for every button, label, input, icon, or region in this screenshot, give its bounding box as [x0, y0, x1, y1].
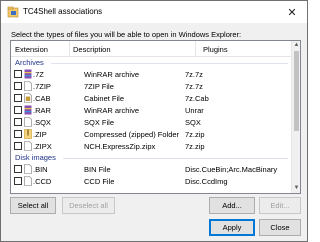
extension-cell: .ZIPX	[33, 142, 52, 151]
plugin-cell: SQX	[185, 118, 201, 127]
list-item[interactable]: .CAB Cabinet File 7z.Cab	[11, 92, 292, 104]
description-cell: SQX File	[84, 118, 115, 127]
description-cell: BIN File	[84, 165, 111, 174]
instructions-text: Select the types of files you will be ab…	[11, 30, 242, 39]
list-rows: Archives .7Z WinRAR archive 7z.7z .7ZIP …	[11, 57, 292, 187]
list-item[interactable]: .ZIPX NCH.ExpressZip.zipx 7z.zip	[11, 140, 292, 152]
deselect-all-button[interactable]: Deselect all	[62, 197, 115, 214]
group-label: Disk images	[15, 153, 56, 162]
list-item[interactable]: .7Z WinRAR archive 7z.7z	[11, 68, 292, 80]
add-button[interactable]: Add...	[209, 197, 255, 214]
description-cell: 7ZIP File	[84, 82, 114, 91]
extension-cell: .7ZIP	[33, 82, 51, 91]
extension-cell: .7Z	[33, 70, 44, 79]
group-divider	[51, 63, 288, 64]
description-cell: Compressed (zipped) Folder	[84, 130, 180, 139]
list-item[interactable]: .RAR WinRAR archive Unrar	[11, 104, 292, 116]
list-item[interactable]: .ZIP Compressed (zipped) Folder 7z.zip	[11, 128, 292, 140]
group-label: Archives	[15, 58, 44, 67]
checkbox[interactable]	[14, 177, 22, 185]
checkbox[interactable]	[14, 106, 22, 114]
app-icon	[7, 6, 19, 18]
list-item[interactable]: .BIN BIN File Disc.CueBin;Arc.MacBinary	[11, 163, 292, 175]
plugin-cell: 7z.7z	[185, 82, 203, 91]
list-item[interactable]: .CCD CCD File Disc.CcdImg	[11, 175, 292, 187]
description-cell: NCH.ExpressZip.zipx	[84, 142, 156, 151]
extension-cell: .BIN	[33, 165, 48, 174]
plugin-cell: Unrar	[185, 106, 204, 115]
winrar-icon	[24, 105, 32, 115]
checkbox[interactable]	[14, 142, 22, 150]
cabinet-icon	[24, 93, 32, 103]
blank-file-icon	[24, 117, 32, 127]
blank-file-icon	[24, 176, 32, 186]
group-divider	[63, 158, 288, 159]
close-window-button[interactable]: ✕	[277, 1, 307, 23]
extension-cell: .CCD	[33, 177, 52, 186]
description-cell: CCD File	[84, 177, 115, 186]
plugin-cell: 7z.Cab	[185, 94, 209, 103]
plugin-cell: 7z.7z	[185, 70, 203, 79]
group-header-disk-images[interactable]: Disk images	[11, 152, 292, 163]
winrar-icon	[24, 69, 32, 79]
blank-file-icon	[24, 164, 32, 174]
extension-cell: .RAR	[33, 106, 51, 115]
select-all-button[interactable]: Select all	[10, 197, 56, 214]
title-bar: TC4Shell associations ✕	[1, 1, 307, 23]
blank-file-icon	[24, 81, 32, 91]
extension-cell: .CAB	[33, 94, 51, 103]
plugin-cell: 7z.zip	[185, 142, 205, 151]
extension-cell: .SQX	[33, 118, 51, 127]
plugin-cell: 7z.zip	[185, 130, 205, 139]
checkbox[interactable]	[14, 94, 22, 102]
list-item[interactable]: .7ZIP 7ZIP File 7z.7z	[11, 80, 292, 92]
description-cell: WinRAR archive	[84, 70, 140, 79]
close-button[interactable]: Close	[259, 219, 301, 236]
zip-folder-icon	[24, 129, 32, 139]
column-divider[interactable]	[69, 41, 70, 57]
group-header-archives[interactable]: Archives	[11, 57, 292, 68]
list-item[interactable]: .SQX SQX File SQX	[11, 116, 292, 128]
checkbox[interactable]	[14, 70, 22, 78]
checkbox[interactable]	[14, 82, 22, 90]
edit-button[interactable]: Edit...	[259, 197, 301, 214]
column-divider[interactable]	[195, 41, 196, 57]
plugin-cell: Disc.CueBin;Arc.MacBinary	[185, 165, 278, 174]
scroll-down-arrow-icon[interactable]: ▼	[293, 184, 300, 193]
column-header-plugins[interactable]: Plugins	[203, 45, 228, 54]
associations-list[interactable]: Extension Description Plugins Archives .…	[10, 40, 301, 194]
checkbox[interactable]	[14, 130, 22, 138]
scrollbar-thumb[interactable]	[294, 51, 299, 131]
vertical-scrollbar[interactable]: ▲ ▼	[291, 41, 300, 193]
checkbox[interactable]	[14, 165, 22, 173]
scroll-up-arrow-icon[interactable]: ▲	[293, 41, 300, 50]
extension-cell: .ZIP	[33, 130, 47, 139]
list-header: Extension Description Plugins	[11, 41, 292, 57]
window-title: TC4Shell associations	[23, 7, 103, 16]
description-cell: WinRAR archive	[84, 106, 140, 115]
checkbox[interactable]	[14, 118, 22, 126]
column-header-extension[interactable]: Extension	[15, 45, 48, 54]
column-header-description[interactable]: Description	[73, 45, 111, 54]
description-cell: Cabinet File	[84, 94, 125, 103]
blank-file-icon	[24, 141, 32, 151]
plugin-cell: Disc.CcdImg	[185, 177, 228, 186]
apply-button[interactable]: Apply	[209, 219, 255, 236]
tc4shell-associations-window: TC4Shell associations ✕ Select the types…	[0, 0, 308, 242]
